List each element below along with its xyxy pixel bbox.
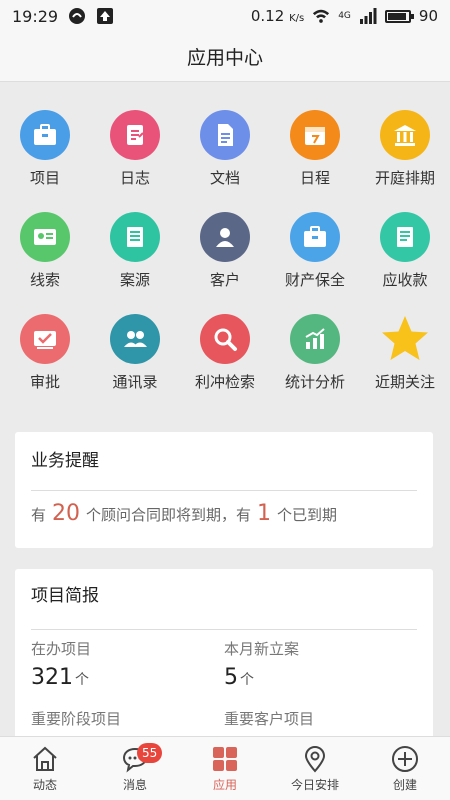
app-grid: 项目 日志 文档 日程 开庭排期 线索 案源 客户 财产保全 应收款 审批 通讯… [0,110,450,416]
network-speed: 0.12 K/s [250,7,305,25]
briefcase-icon [20,110,70,160]
app-label: 案源 [119,271,150,289]
app-label: 近期关注 [374,373,435,391]
signal-label: 4G [338,11,351,21]
app-label: 日程 [299,169,330,187]
app-item-property-preservation[interactable]: 财产保全 [270,212,360,314]
courthouse-icon [380,110,430,160]
app-item-conflict-search[interactable]: 利冲检索 [180,314,270,416]
location-pin-icon [304,745,326,772]
approval-icon [20,314,70,364]
app-label: 统计分析 [284,373,345,391]
magnifier-icon [200,314,250,364]
status-time: 19:29 [12,6,59,26]
document-icon [200,110,250,160]
app-label: 项目 [29,169,60,187]
card-title: 项目简报 [31,586,99,606]
add-circle-icon [392,745,418,772]
tab-create[interactable]: 创建 [360,737,450,800]
expiring-count: 20 [52,501,81,526]
app-item-statistics[interactable]: 统计分析 [270,314,360,416]
app-row: 线索 案源 客户 财产保全 应收款 [0,212,450,314]
page-header: 应用中心 [0,32,450,82]
id-card-icon [20,212,70,262]
app-label: 线索 [29,271,60,289]
app-item-leads[interactable]: 线索 [0,212,90,314]
tab-messages[interactable]: 55 消息 [90,737,180,800]
app-item-case-source[interactable]: 案源 [90,212,180,314]
app-row: 项目 日志 文档 日程 开庭排期 [0,110,450,212]
app-label: 开庭排期 [374,169,435,187]
tab-apps[interactable]: 应用 [180,737,270,800]
star-icon [380,314,430,364]
grid-icon [213,746,237,771]
app-item-project[interactable]: 项目 [0,110,90,212]
notebook-icon [110,110,160,160]
home-icon [33,746,57,771]
calendar-icon [290,110,340,160]
briefcase-icon [290,212,340,262]
app-item-schedule[interactable]: 日程 [270,110,360,212]
app-label: 文档 [209,169,240,187]
list-doc-icon [110,212,160,262]
app-item-contacts[interactable]: 通讯录 [90,314,180,416]
battery-icon [384,9,414,23]
receipt-icon [380,212,430,262]
tab-feed[interactable]: 动态 [0,737,90,800]
page-title: 应用中心 [186,47,263,69]
battery-level: 90 [418,7,438,25]
app-item-document[interactable]: 文档 [180,110,270,212]
app-label: 通讯录 [112,373,158,391]
reminder-card[interactable]: 业务提醒 有 20 个顾问合同即将到期，有 1 个已到期 [15,432,433,548]
app-item-customer[interactable]: 客户 [180,212,270,314]
person-icon [200,212,250,262]
app-label: 应收款 [382,271,428,289]
app-item-court-schedule[interactable]: 开庭排期 [360,110,450,212]
unread-badge: 55 [137,743,163,763]
app-item-approval[interactable]: 审批 [0,314,90,416]
bottom-tab-bar: 动态 55 消息 应用 今日安排 创建 [0,736,450,800]
app-item-log[interactable]: 日志 [90,110,180,212]
contacts-icon [110,314,160,364]
card-title: 业务提醒 [31,451,99,471]
expired-count: 1 [257,501,272,526]
app-item-receivables[interactable]: 应收款 [360,212,450,314]
upload-icon [97,8,114,24]
app-row: 审批 通讯录 利冲检索 统计分析 近期关注 [0,314,450,416]
stat-active-projects[interactable]: 在办项目 321 个 [31,638,224,708]
stat-new-cases[interactable]: 本月新立案 5个 [224,638,417,708]
wifi-icon [313,9,330,23]
tab-today-schedule[interactable]: 今日安排 [270,737,360,800]
app-label: 审批 [29,373,60,391]
app-label: 日志 [119,169,150,187]
project-brief-card: 项目简报 在办项目 321 个 本月新立案 5个 重要阶段项目 重要客户项目 [15,569,433,749]
app-label: 财产保全 [284,271,345,289]
reminder-text: 有 20 个顾问合同即将到期，有 1 个已到期 [31,501,338,526]
signal-icon [359,8,377,24]
app-label: 客户 [209,271,240,289]
status-bar: 19:29 0.12 K/s 4G 90 [0,0,450,32]
app-item-recent-follow[interactable]: 近期关注 [360,314,450,416]
notification-app-icon [69,8,86,24]
app-label: 利冲检索 [194,373,255,391]
growth-chart-icon [290,314,340,364]
